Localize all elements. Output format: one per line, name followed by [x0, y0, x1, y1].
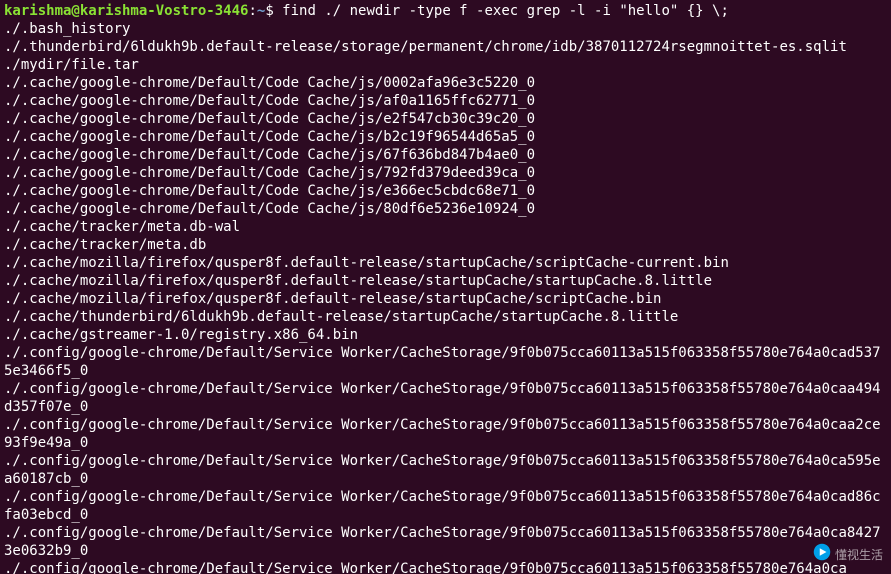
- prompt-colon: :: [248, 3, 256, 19]
- command-text: find ./ newdir -type f -exec grep -l -i …: [282, 3, 729, 19]
- output-block: ./.bash_history ./.thunderbird/6ldukh9b.…: [4, 20, 887, 574]
- play-icon: [813, 543, 831, 566]
- watermark-text: 懂视生活: [835, 546, 883, 564]
- prompt-user: karishma@karishma-Vostro-3446: [4, 3, 248, 19]
- watermark: 懂视生活: [813, 543, 883, 566]
- terminal[interactable]: karishma@karishma-Vostro-3446:~$ find ./…: [0, 0, 891, 574]
- prompt-dollar: $: [265, 3, 282, 19]
